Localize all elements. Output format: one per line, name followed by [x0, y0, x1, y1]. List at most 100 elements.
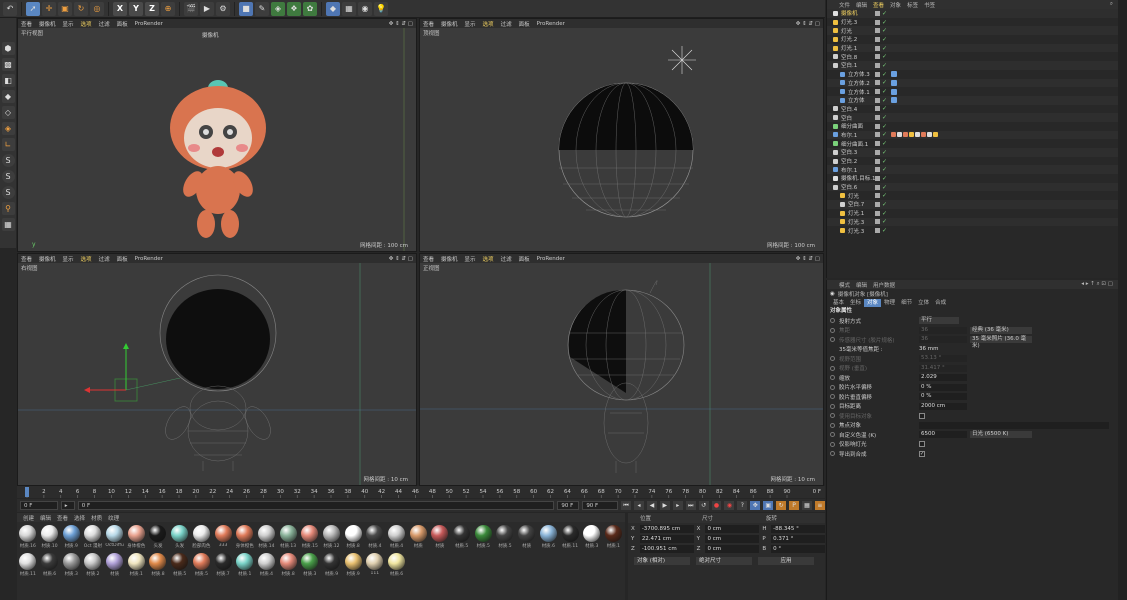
menu-view[interactable]: 查看: [423, 255, 434, 263]
start-frame-field[interactable]: 0 F: [20, 501, 58, 510]
menu-select[interactable]: 选择: [74, 514, 85, 522]
record-icon[interactable]: ●: [711, 501, 722, 510]
viewport-nav-icons[interactable]: ✥ ⇕ ⇵ ▢: [389, 21, 413, 27]
animate-radio-icon[interactable]: [830, 327, 835, 333]
rotation-key-icon[interactable]: ↻: [776, 501, 787, 510]
material-swatch[interactable]: 材质.12: [321, 525, 343, 553]
menu-panel[interactable]: 面板: [117, 255, 128, 263]
auto-key-icon[interactable]: ◉: [724, 501, 735, 510]
visibility-icon[interactable]: [875, 123, 880, 129]
enabled-check-icon[interactable]: ✓: [882, 131, 887, 138]
coord-system-icon[interactable]: ⊕: [161, 1, 175, 16]
apply-button[interactable]: 应用: [758, 557, 814, 565]
rotation-field[interactable]: 0.371 °: [771, 534, 826, 543]
lock-workplane-icon[interactable]: ⚲: [1, 202, 15, 215]
material-swatch[interactable]: 材质.5: [191, 553, 213, 581]
object-row[interactable]: 空白.7 ✓: [827, 200, 1127, 209]
material-swatch[interactable]: 材质.15: [299, 525, 321, 553]
material-swatch[interactable]: 材质: [407, 525, 429, 553]
attribute-value-field[interactable]: 0 %: [919, 393, 967, 401]
coordinate-mode-dropdown[interactable]: 对象 (相对): [634, 557, 690, 565]
visibility-toggles[interactable]: ✓: [875, 88, 887, 95]
enabled-check-icon[interactable]: ✓: [882, 158, 887, 165]
enabled-check-icon[interactable]: ✓: [882, 62, 887, 69]
camera-icon[interactable]: ◉: [358, 1, 372, 16]
visibility-icon[interactable]: [875, 158, 880, 164]
menu-filter[interactable]: 过滤: [501, 20, 512, 28]
viewport-nav-icons[interactable]: ✥ ⇕ ⇵ ▢: [796, 256, 820, 262]
attribute-value-field[interactable]: 0 %: [919, 383, 967, 391]
workplane-icon[interactable]: S: [1, 186, 15, 199]
visibility-toggles[interactable]: ✓: [875, 19, 887, 26]
menu-panel[interactable]: 面板: [117, 20, 128, 28]
axis-mode-icon[interactable]: ∟: [1, 138, 15, 151]
menu-prorender[interactable]: ProRender: [135, 256, 163, 262]
param-key-icon[interactable]: P: [789, 501, 800, 510]
menu-camera[interactable]: 摄像机: [39, 255, 56, 263]
object-row[interactable]: 空白.3 ✓: [827, 148, 1127, 157]
animate-radio-icon[interactable]: [830, 384, 835, 390]
menu-options[interactable]: 选项: [483, 20, 494, 28]
attribute-value-field[interactable]: 31.417 °: [919, 364, 967, 372]
menu-filter[interactable]: 过滤: [501, 255, 512, 263]
object-row[interactable]: 空白.1 ✓: [827, 61, 1127, 70]
enabled-check-icon[interactable]: ✓: [882, 27, 887, 34]
material-swatch[interactable]: 材质.7: [212, 553, 234, 581]
object-row[interactable]: 细分曲面 ✓: [827, 122, 1127, 131]
material-swatch[interactable]: 材质.14: [256, 525, 278, 553]
playhead[interactable]: [25, 487, 29, 497]
enabled-check-icon[interactable]: ✓: [882, 88, 887, 95]
enabled-check-icon[interactable]: ✓: [882, 53, 887, 60]
attribute-value-field[interactable]: 36: [919, 336, 967, 344]
subdivision-icon[interactable]: ◈: [271, 1, 285, 16]
preset-dropdown[interactable]: 日光 (6500 K): [970, 431, 1032, 439]
material-swatch[interactable]: Oct 漫射: [82, 525, 104, 553]
menu-user-data[interactable]: 用户数据: [873, 281, 895, 289]
menu-edit[interactable]: 编辑: [40, 514, 51, 522]
attribute-value-field[interactable]: 36: [919, 326, 967, 334]
viewport-front[interactable]: 查看 摄像机 显示 选项 过滤 面板 ProRender ✥ ⇕ ⇵ ▢ 正视图…: [419, 253, 824, 486]
enabled-check-icon[interactable]: ✓: [882, 210, 887, 217]
axis-z-button[interactable]: Z: [145, 1, 159, 16]
attribute-nav-icons[interactable]: ◂ ▸ ↑ ⌕ ⊡ ▢: [1081, 281, 1113, 288]
material-swatch[interactable]: 材质.11: [559, 525, 581, 553]
visibility-toggles[interactable]: ✓: [875, 79, 887, 86]
material-swatch[interactable]: 身体橙色: [234, 525, 256, 553]
visibility-icon[interactable]: [875, 10, 880, 16]
visibility-toggles[interactable]: ✓: [875, 149, 887, 156]
material-tags-icon[interactable]: [891, 132, 938, 138]
material-swatch[interactable]: 身体橙色: [125, 525, 147, 553]
material-swatch[interactable]: 材质.9: [321, 553, 343, 581]
visibility-toggles[interactable]: ✓: [875, 166, 887, 173]
visibility-icon[interactable]: [875, 106, 880, 112]
menu-bookmarks[interactable]: 书签: [924, 1, 935, 9]
object-row[interactable]: 灯光 ✓: [827, 26, 1127, 36]
visibility-toggles[interactable]: ✓: [875, 10, 887, 17]
material-tag-icon[interactable]: [891, 79, 897, 86]
rotate-icon[interactable]: ↻: [74, 1, 88, 16]
visibility-icon[interactable]: [875, 115, 880, 121]
animate-radio-icon[interactable]: [830, 318, 835, 324]
visibility-toggles[interactable]: ✓: [875, 131, 887, 138]
preset-dropdown[interactable]: 经典 (36 毫米): [970, 326, 1032, 334]
animate-radio-icon[interactable]: [830, 365, 835, 371]
material-swatch[interactable]: 333: [212, 525, 234, 553]
scene-icon[interactable]: ▦: [342, 1, 356, 16]
material-swatch[interactable]: 脸部肉色: [191, 525, 213, 553]
visibility-icon[interactable]: [875, 71, 880, 77]
visibility-toggles[interactable]: ✓: [875, 227, 887, 234]
object-row[interactable]: 空白.8 ✓: [827, 52, 1127, 61]
object-row[interactable]: 灯光.3 ✓: [827, 217, 1127, 227]
material-swatch[interactable]: 材质.13: [277, 525, 299, 553]
visibility-icon[interactable]: [875, 80, 880, 86]
visibility-icon[interactable]: [875, 149, 880, 155]
viewport-parallel[interactable]: 查看 摄像机 显示 选项 过滤 面板 ProRender ✥ ⇕ ⇵ ▢ 平行视…: [17, 18, 417, 252]
enabled-check-icon[interactable]: ✓: [882, 45, 887, 52]
visibility-toggles[interactable]: ✓: [875, 53, 887, 60]
material-tag-icon[interactable]: [891, 97, 897, 104]
enabled-check-icon[interactable]: ✓: [882, 166, 887, 173]
visibility-icon[interactable]: [875, 19, 880, 25]
visibility-toggles[interactable]: ✓: [875, 201, 887, 208]
axis-y-button[interactable]: Y: [129, 1, 143, 16]
visibility-icon[interactable]: [875, 62, 880, 68]
